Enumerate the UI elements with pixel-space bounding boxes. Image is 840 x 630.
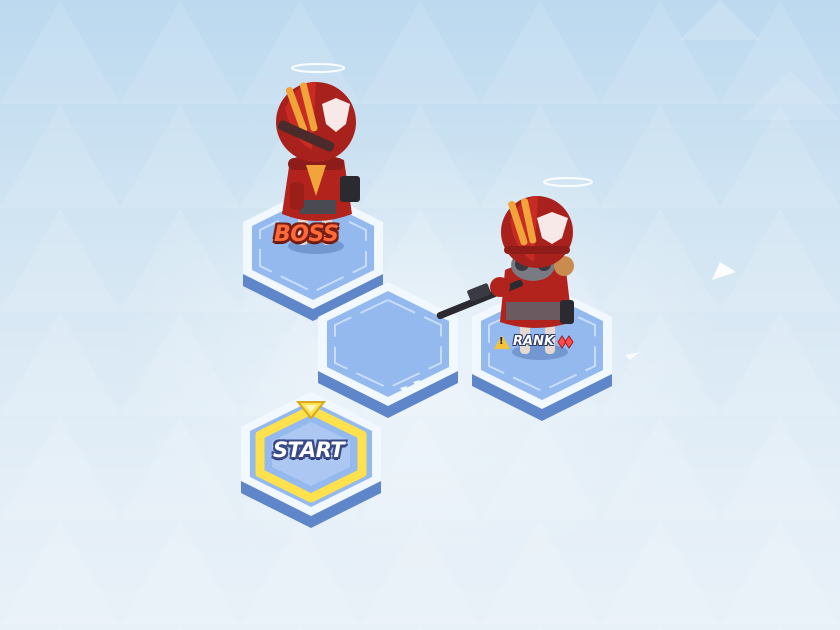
rank-label: RANK — [513, 334, 555, 349]
boss-label: BOSS — [274, 222, 339, 247]
rank-badge: RANK — [494, 334, 575, 349]
game-board-scene — [0, 0, 840, 630]
start-label: START — [273, 438, 345, 462]
diamond-icon — [557, 334, 574, 349]
warning-icon — [494, 334, 510, 349]
